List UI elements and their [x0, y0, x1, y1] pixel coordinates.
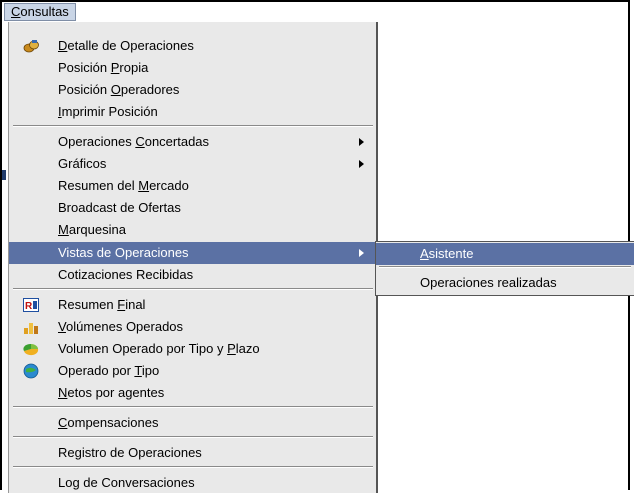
submenu-arrow-icon: [359, 160, 364, 168]
menu-item-broadcast-ofertas[interactable]: Broadcast de Ofertas: [9, 197, 376, 219]
menu-separator: [379, 266, 631, 268]
menu-item-cotizaciones-recibidas[interactable]: Cotizaciones Recibidas: [9, 264, 376, 286]
background-fragment: [2, 170, 6, 180]
menu-item-posicion-propia[interactable]: Posición Propia: [9, 57, 376, 79]
menu-separator: [13, 406, 373, 408]
menu-item-detalle-operaciones[interactable]: Detalle de Operaciones: [9, 35, 376, 57]
menu-item-compensaciones[interactable]: Compensaciones: [9, 412, 376, 434]
menu-item-netos-agentes[interactable]: Netos por agentes: [9, 382, 376, 404]
submenu-arrow-icon: [359, 138, 364, 146]
menu-item-imprimir-posicion[interactable]: Imprimir Posición: [9, 101, 376, 123]
menu-consultas[interactable]: Consultas: [4, 3, 76, 21]
svg-text:R: R: [25, 301, 33, 312]
consultas-dropdown: Detalle de Operaciones Posición Propia P…: [8, 22, 378, 493]
menu-item-resumen-mercado[interactable]: Resumen del Mercado: [9, 175, 376, 197]
menu-item-registro-operaciones[interactable]: Registro de Operaciones: [9, 442, 376, 464]
volume-chart-icon: [24, 323, 38, 334]
menu-item-graficos[interactable]: Gráficos: [9, 153, 376, 175]
menu-separator: [13, 436, 373, 438]
menu-item-vistas-operaciones[interactable]: Vistas de Operaciones: [9, 242, 376, 264]
menu-separator: [13, 466, 373, 468]
submenu-item-asistente[interactable]: Asistente: [376, 243, 634, 265]
menu-separator: [13, 125, 373, 127]
report-icon: R: [23, 298, 39, 312]
menu-item-log-conversaciones[interactable]: Log de Conversaciones: [9, 472, 376, 494]
submenu-arrow-icon: [359, 249, 364, 257]
menu-item-marquesina[interactable]: Marquesina: [9, 219, 376, 241]
menu-item-volumen-tipo-plazo[interactable]: Volumen Operado por Tipo y Plazo: [9, 338, 376, 360]
menu-item-volumenes-operados[interactable]: Volúmenes Operados: [9, 316, 376, 338]
submenu-item-operaciones-realizadas[interactable]: Operaciones realizadas: [376, 272, 634, 294]
menu-item-operado-tipo[interactable]: Operado por Tipo: [9, 360, 376, 382]
coins-icon: [23, 40, 39, 53]
menu-item-resumen-final[interactable]: R Resumen Final: [9, 294, 376, 316]
menu-consultas-accel: C: [11, 4, 21, 19]
globe-icon: [23, 363, 39, 379]
menu-item-operaciones-concertadas[interactable]: Operaciones Concertadas: [9, 131, 376, 153]
vistas-operaciones-submenu: Asistente Operaciones realizadas: [375, 241, 634, 296]
menu-separator: [13, 288, 373, 290]
menu-consultas-label: onsultas: [20, 4, 69, 19]
menu-bar: Consultas: [2, 2, 628, 22]
pie-slice-icon: [23, 343, 39, 356]
menu-item-posicion-operadores[interactable]: Posición Operadores: [9, 79, 376, 101]
